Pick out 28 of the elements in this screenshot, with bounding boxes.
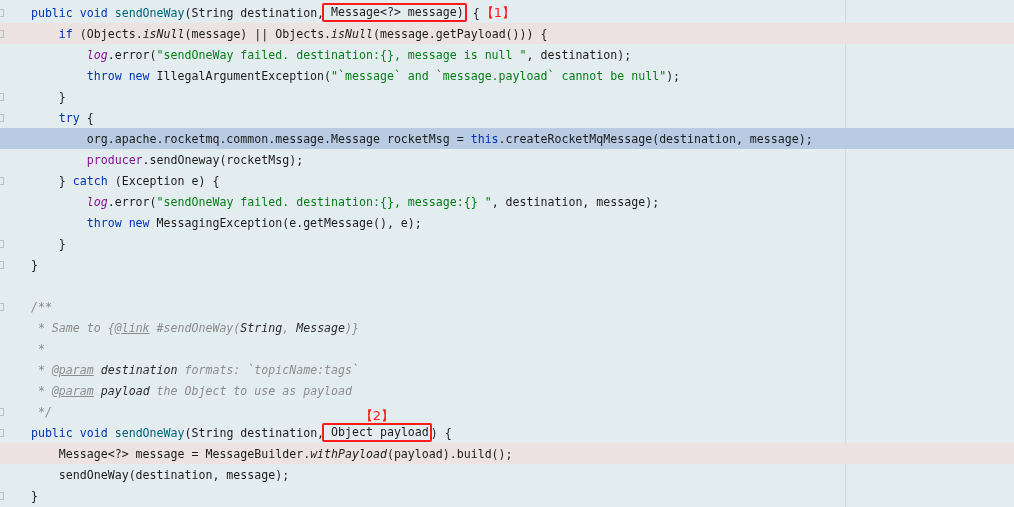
annotation-label: 【2】 xyxy=(359,408,395,424)
code-text: Message<?> message = MessageBuilder.withPayload(payload).build(); xyxy=(57,445,513,462)
code-text: public void sendOneWay(String destination, xyxy=(29,4,325,21)
annotation-label: 【1】 xyxy=(480,4,515,21)
code-text: sendOneWay(destination, message); xyxy=(57,466,290,483)
code-text: producer.sendOneway(rocketMsg); xyxy=(85,151,304,168)
code-text: } xyxy=(57,88,66,105)
code-text: { xyxy=(471,4,480,21)
code-text: */ xyxy=(36,403,52,420)
code-text: log.error("sendOneWay failed. destination:{}, message:{} ", destination, message); xyxy=(85,193,660,210)
code-text: } catch (Exception e) { xyxy=(57,172,220,189)
code-text: } xyxy=(29,487,38,504)
code-text: ) { xyxy=(430,424,452,441)
code-text: log.error("sendOneWay failed. destination:{}, message is null ", destination); xyxy=(85,46,632,63)
code-text: * @param destination formats: `topicName:tags` xyxy=(36,361,359,378)
code-text: * @param payload the Object to use as payload xyxy=(36,382,353,399)
code-text: throw new MessagingException(e.getMessage(), e); xyxy=(85,214,422,231)
code-text: } xyxy=(29,256,38,273)
code-text: org.apache.rocketmq.common.message.Message rocketMsg = this.createRocketMqMessage(destination, message); xyxy=(85,130,813,147)
code-text: throw new IllegalArgumentException("`message` and `message.payload` cannot be null"); xyxy=(85,67,681,84)
code-text: if (Objects.isNull(message) || Objects.isNull(message.getPayload())) { xyxy=(57,25,548,42)
code-text: * xyxy=(36,340,45,357)
code-text: } xyxy=(57,235,66,252)
code-text: * Same to {@link #sendOneWay(String, Message)} xyxy=(36,319,360,336)
code-text: /** xyxy=(29,298,52,315)
annotation-box: Message<?> message) xyxy=(322,3,467,22)
code-text: public void sendOneWay(String destination, xyxy=(29,424,325,441)
code-text: try { xyxy=(57,109,94,126)
